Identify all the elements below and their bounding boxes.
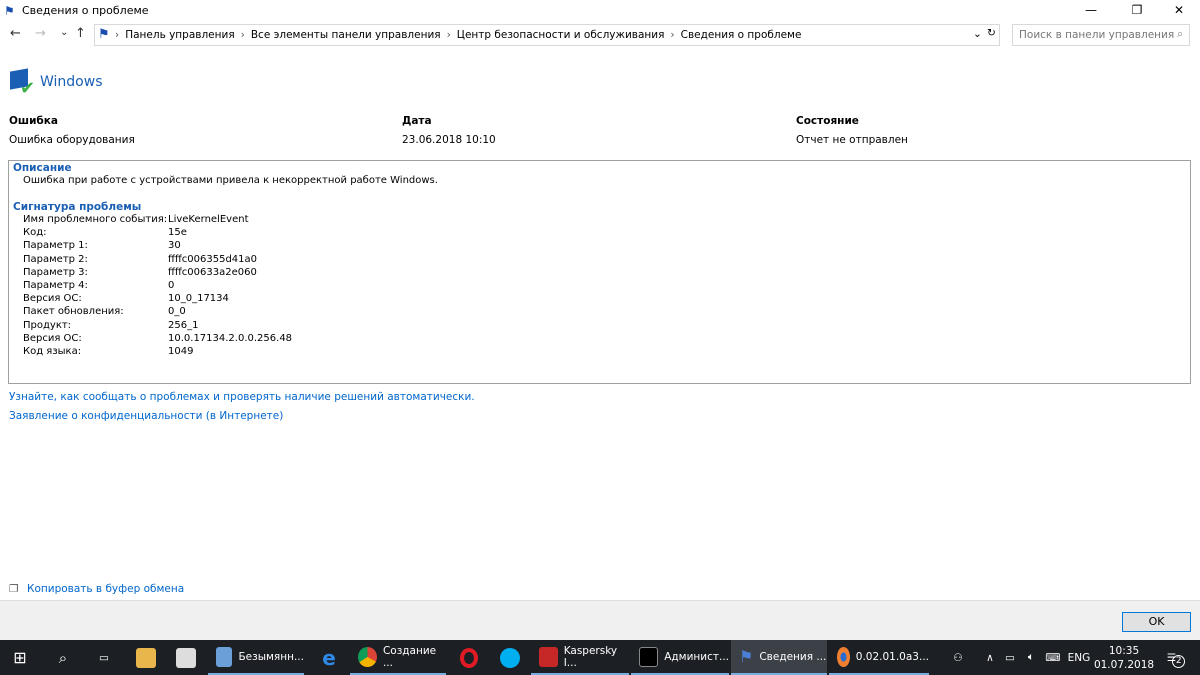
crumb[interactable]: Панель управления <box>125 29 234 41</box>
search-input[interactable]: Поиск в панели управления ⌕ <box>1012 24 1190 46</box>
refresh-icon[interactable]: ↻ <box>987 27 996 39</box>
error-value: Ошибка оборудования <box>9 134 135 146</box>
signature-value: 30 <box>168 240 181 252</box>
close-button[interactable]: ✕ <box>1156 0 1200 22</box>
details-panel: Описание Ошибка при работе с устройствам… <box>8 160 1191 384</box>
flag-icon: ⚑ <box>98 27 110 42</box>
taskbar-app-chrome[interactable]: Создание ... <box>350 640 446 675</box>
description-text: Ошибка при работе с устройствами привела… <box>23 175 438 186</box>
skype-icon[interactable] <box>490 640 530 675</box>
description-heading: Описание <box>13 162 72 174</box>
clock[interactable]: 10:35 01.07.2018 <box>1093 640 1155 675</box>
task-view-button[interactable]: ▭ <box>84 640 124 675</box>
privacy-link[interactable]: Заявление о конфиденциальности (в Интерн… <box>9 410 283 422</box>
crumb[interactable]: Сведения о проблеме <box>681 29 802 41</box>
tray-expand-icon[interactable]: ∧ <box>982 640 998 675</box>
breadcrumb: ⚑ › Панель управления › Все элементы панел… <box>94 24 1000 46</box>
error-label: Ошибка <box>9 115 58 127</box>
product-title: Windows <box>40 74 103 90</box>
recent-dropdown[interactable]: ⌄ <box>60 27 68 38</box>
signature-value: 10.0.17134.2.0.0.256.48 <box>168 332 293 344</box>
chevron-down-icon[interactable]: ⌄ <box>973 28 982 40</box>
taskbar-app-kaspersky[interactable]: Kaspersky I... <box>531 640 629 675</box>
edge-icon[interactable]: e <box>308 640 350 675</box>
signature-value: 1049 <box>168 346 194 357</box>
date-label: Дата <box>402 115 432 127</box>
keyboard-icon[interactable]: ⌨ <box>1042 640 1064 675</box>
signature-key: Код языка: <box>23 346 82 357</box>
signature-value: ffffc006355d41a0 <box>168 253 258 265</box>
signature-value: LiveKernelEvent <box>168 214 249 225</box>
signature-heading: Сигнатура проблемы <box>13 201 142 213</box>
signature-value: 15e <box>168 227 187 239</box>
copy-to-clipboard-link[interactable]: Копировать в буфер обмена <box>27 583 184 595</box>
learn-more-link[interactable]: Узнайте, как сообщать о проблемах и пров… <box>9 391 475 403</box>
minimize-button[interactable]: — <box>1068 0 1114 22</box>
notification-count: 2 <box>1172 655 1186 668</box>
back-button[interactable]: ← <box>10 26 21 41</box>
search-icon: ⌕ <box>1177 28 1183 40</box>
security-flag-icon: ✔ <box>8 68 36 99</box>
language-indicator[interactable]: ENG <box>1066 640 1092 675</box>
taskbar-app-cmd[interactable]: Админист... <box>631 640 729 675</box>
signature-key: Код: <box>23 227 47 239</box>
address-bar: ← → ⌄ ↑ ⚑ › Панель управления › Все элемен… <box>0 24 1200 46</box>
notifications-button[interactable]: ☰ 2 <box>1158 640 1194 675</box>
people-icon[interactable]: ⚇ <box>945 640 971 675</box>
signature-key: Параметр 3: <box>23 266 88 278</box>
flag-icon: ⚑ <box>4 4 15 18</box>
status-label: Состояние <box>796 115 859 127</box>
taskbar-app-problem-details[interactable]: ⚑ Сведения ... <box>731 640 827 675</box>
maximize-button[interactable]: ❐ <box>1114 0 1160 22</box>
signature-key: Версия ОС: <box>23 332 82 344</box>
signature-value: 0 <box>168 280 175 291</box>
signature-key: Параметр 2: <box>23 253 88 265</box>
up-button[interactable]: ↑ <box>75 26 86 41</box>
status-value: Отчет не отправлен <box>796 134 908 146</box>
volume-icon[interactable]: 🔈︎ <box>1022 640 1040 675</box>
title-bar: ⚑ Сведения о проблеме — ❐ ✕ <box>0 0 1200 22</box>
signature-key: Параметр 4: <box>23 280 88 291</box>
signature-key: Пакет обновления: <box>23 306 124 318</box>
start-button[interactable]: ⊞ <box>0 640 40 675</box>
taskbar-app-paint[interactable]: Безымянн... <box>208 640 304 675</box>
signature-value: 256_1 <box>168 319 199 331</box>
date-value: 23.06.2018 10:10 <box>402 134 496 146</box>
store-icon[interactable] <box>166 640 206 675</box>
search-button[interactable]: ⌕ <box>42 640 84 675</box>
signature-key: Параметр 1: <box>23 240 88 252</box>
network-icon[interactable]: ▭ <box>1000 640 1020 675</box>
crumb[interactable]: Все элементы панели управления <box>251 29 441 41</box>
signature-value: 10_0_17134 <box>168 293 229 305</box>
time: 10:35 <box>1108 644 1140 657</box>
taskbar: ⊞ ⌕ ▭ Безымянн... e Создание ... Kaspers… <box>0 640 1200 675</box>
signature-key: Имя проблемного события: <box>23 214 168 225</box>
forward-button[interactable]: → <box>35 26 46 41</box>
taskbar-app-other[interactable]: 0.02.01.0a3... <box>829 640 929 675</box>
opera-icon[interactable] <box>448 640 490 675</box>
signature-key: Продукт: <box>23 319 72 331</box>
signature-value: 0_0 <box>168 306 186 318</box>
explorer-icon[interactable] <box>126 640 166 675</box>
copy-icon: ❐ <box>9 583 19 595</box>
signature-value: ffffc00633a2e060 <box>168 266 257 278</box>
signature-key: Версия ОС: <box>23 293 82 305</box>
window-title: Сведения о проблеме <box>22 4 149 17</box>
ok-button[interactable]: OK <box>1122 612 1191 632</box>
date: 01.07.2018 <box>1093 658 1155 671</box>
crumb[interactable]: Центр безопасности и обслуживания <box>457 29 665 41</box>
footer: OK <box>0 600 1200 640</box>
